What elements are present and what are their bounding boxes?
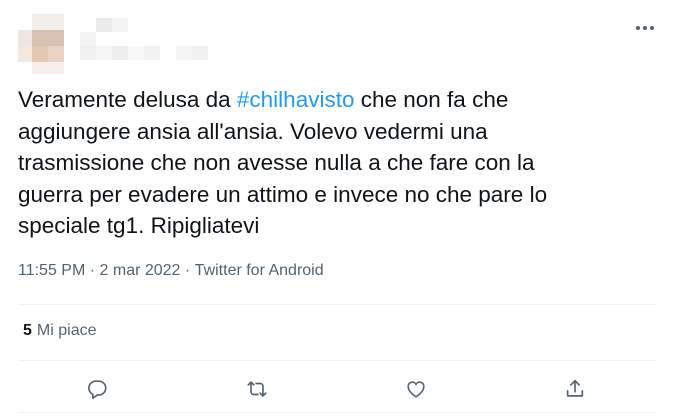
tweet-source[interactable]: Twitter for Android [195, 262, 324, 280]
hashtag-link[interactable]: #chilhavisto [237, 87, 355, 112]
retweet-icon [247, 381, 267, 397]
author-header-pixelated [18, 14, 218, 74]
meta-separator: · [85, 262, 100, 279]
tweet-metadata: 11:55 PM · 2 mar 2022 · Twitter for Andr… [18, 262, 324, 280]
share-icon [566, 379, 584, 397]
divider [18, 304, 656, 305]
more-options-button[interactable] [630, 16, 660, 40]
tweet-text-before: Veramente delusa da [18, 87, 237, 112]
likes-count: 5 [23, 322, 32, 339]
retweet-button[interactable] [240, 372, 274, 406]
more-horizontal-icon [636, 26, 654, 30]
share-button[interactable] [558, 372, 592, 406]
reply-button[interactable] [80, 372, 114, 406]
meta-separator: · [180, 262, 195, 279]
divider [18, 360, 656, 361]
like-button[interactable] [399, 372, 433, 406]
action-bar [0, 372, 677, 406]
tweet-date[interactable]: 2 mar 2022 [100, 262, 181, 280]
heart-icon [407, 381, 425, 398]
reply-icon [88, 380, 107, 399]
tweet-text: Veramente delusa da #chilhavisto che non… [18, 84, 658, 242]
divider [18, 412, 656, 413]
tweet-time[interactable]: 11:55 PM [18, 262, 85, 280]
likes-label: Mi piace [36, 322, 97, 339]
likes-stat[interactable]: 5 Mi piace [23, 322, 96, 340]
